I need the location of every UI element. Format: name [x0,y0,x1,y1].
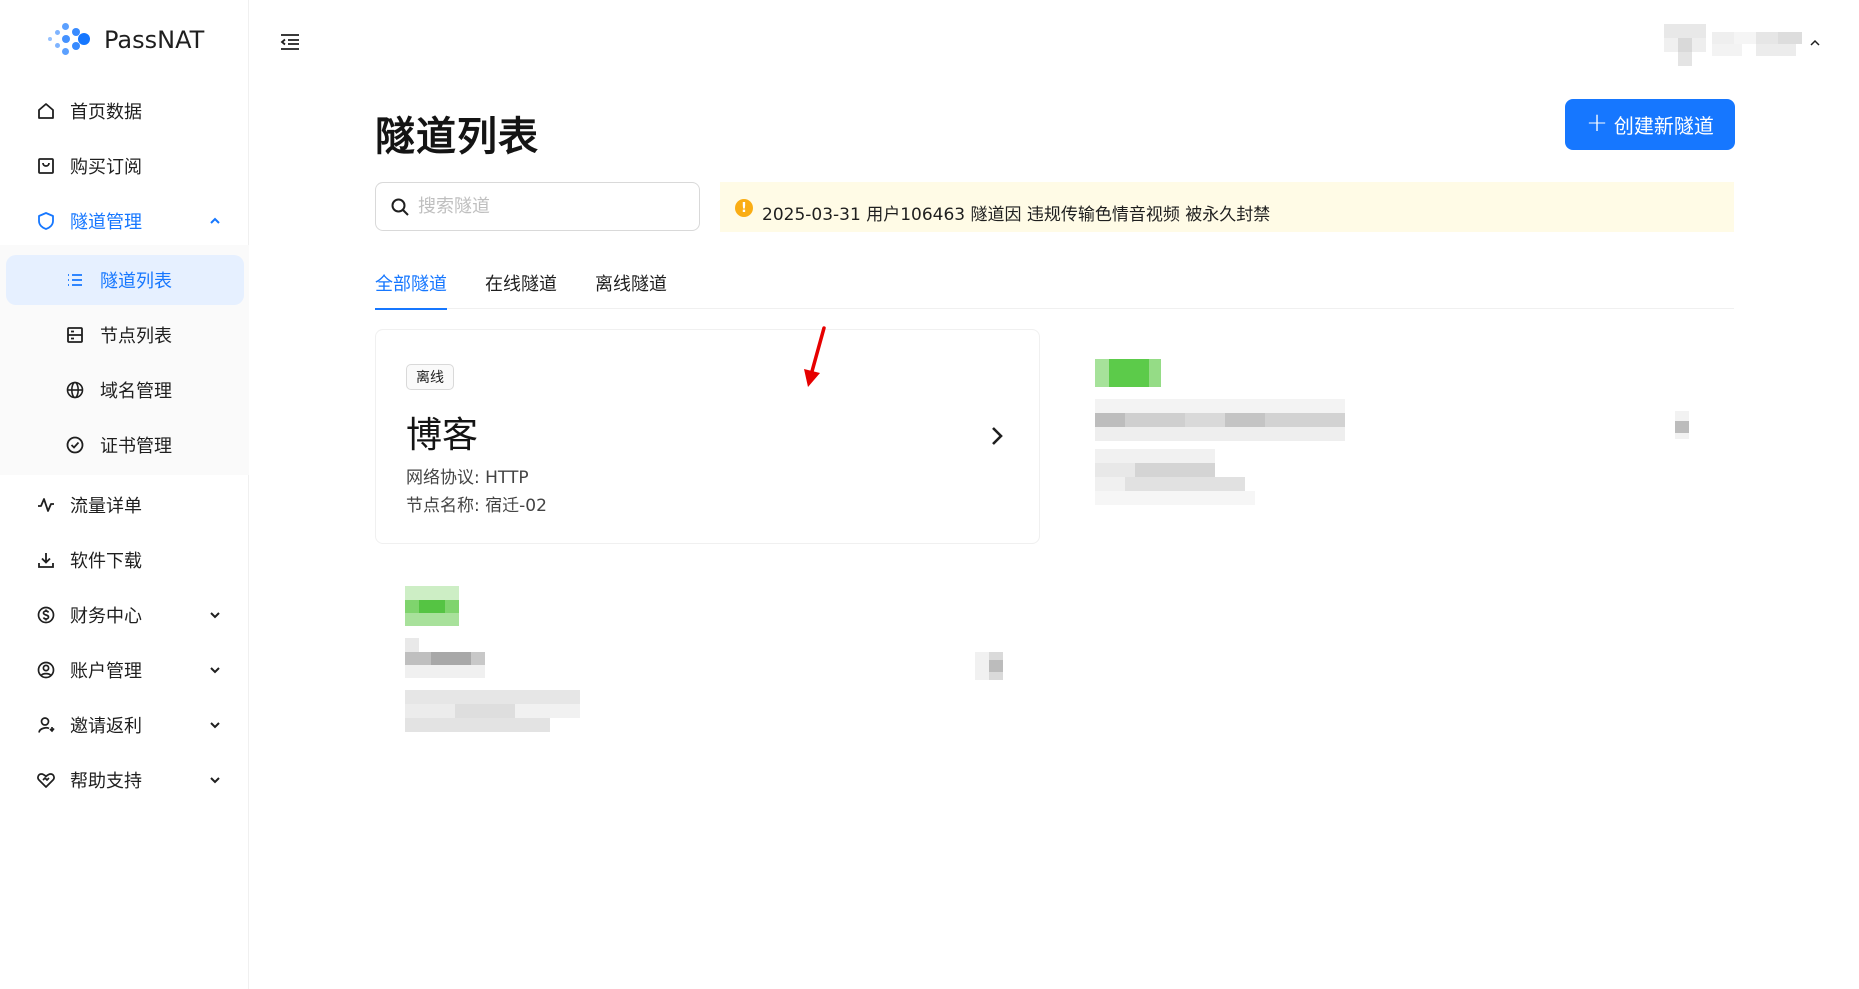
tunnel-card-redacted[interactable] [375,564,1040,774]
check-circle-icon [64,434,86,456]
tunnel-name: 博客 [406,415,479,456]
chevron-right-icon [985,424,1009,448]
sidebar-item-label: 帮助支持 [70,771,142,792]
sidebar-item-tunnel-list[interactable]: 隧道列表 [6,255,244,305]
sidebar-item-node-list[interactable]: 节点列表 [0,310,249,360]
chevron-down-icon [1810,36,1820,55]
user-avatar-menu[interactable] [1664,20,1820,66]
menu-fold-icon [280,34,299,50]
tunnel-node: 节点名称: 宿迁-02 [406,496,547,516]
app-name: PassNAT [104,26,205,54]
home-icon [35,100,57,122]
sidebar-item-label: 隧道列表 [100,271,172,292]
chevron-right-icon-redacted [975,652,1003,680]
search-box[interactable] [375,182,700,231]
announcement-text: 2025-03-31 用户106463 隧道因 违规传输色情音视频 被永久封禁 [762,205,1271,225]
tab-online-tunnels[interactable]: 在线隧道 [485,270,557,309]
chevron-up-icon [207,213,223,229]
tunnel-meta-redacted [405,690,580,746]
download-icon [35,549,57,571]
sidebar-item-finance-center[interactable]: 财务中心 [0,590,249,640]
status-badge: 离线 [406,364,454,390]
chevron-right-icon-redacted [1675,411,1703,439]
globe-icon [64,379,86,401]
passnat-logo-icon [48,23,90,57]
tab-all-tunnels[interactable]: 全部隧道 [375,270,447,310]
menu-fold-button[interactable] [278,30,302,54]
sidebar-item-label: 隧道管理 [70,212,142,233]
sidebar-item-subscribe[interactable]: 购买订阅 [0,141,249,191]
announcement-banner: ! 2025-03-31 用户106463 隧道因 违规传输色情音视频 被永久封… [720,182,1734,232]
sidebar: PassNAT 首页数据 购买订阅 隧道管理 隧道列表 节点列表 域名管理 证书… [0,0,249,989]
list-icon [64,269,86,291]
username-redacted [1712,32,1802,56]
sidebar-item-label: 证书管理 [100,436,172,457]
sidebar-item-label: 购买订阅 [70,157,142,178]
sidebar-item-domain-management[interactable]: 域名管理 [0,365,249,415]
tunnel-card-redacted[interactable] [1070,329,1734,544]
page-title: 隧道列表 [375,114,539,160]
brand[interactable]: PassNAT [48,22,204,58]
status-badge-redacted [1095,359,1161,387]
sidebar-item-label: 账户管理 [70,661,142,682]
sidebar-item-label: 域名管理 [100,381,172,402]
sidebar-item-software-download[interactable]: 软件下载 [0,535,249,585]
chevron-down-icon [207,717,223,733]
chevron-down-icon [207,662,223,678]
plus-icon: + [1586,108,1608,138]
user-invite-icon [35,714,57,736]
sidebar-item-certificate-management[interactable]: 证书管理 [0,420,249,470]
tunnel-card[interactable]: 离线 博客 网络协议: HTTP 节点名称: 宿迁-02 [375,329,1040,544]
sidebar-item-help-support[interactable]: 帮助支持 [0,755,249,805]
create-tunnel-label: 创建新隧道 [1613,114,1714,138]
sidebar-item-label: 软件下载 [70,551,142,572]
shield-icon [35,210,57,232]
announcement-prev-line-partial [762,182,1152,190]
sidebar-item-account-management[interactable]: 账户管理 [0,645,249,695]
sidebar-item-tunnel-management[interactable]: 隧道管理 [0,196,249,246]
chevron-down-icon [207,607,223,623]
user-circle-icon [35,659,57,681]
sidebar-item-label: 首页数据 [70,102,142,123]
create-tunnel-button[interactable]: + 创建新隧道 [1565,99,1735,150]
sidebar-item-label: 财务中心 [70,606,142,627]
tunnel-meta-redacted [1095,449,1255,509]
search-input[interactable] [418,196,678,217]
search-icon [390,197,410,217]
tunnel-name-redacted [405,638,485,678]
sidebar-item-label: 邀请返利 [70,716,142,737]
tab-offline-tunnels[interactable]: 离线隧道 [595,270,667,309]
tunnel-tabs: 全部隧道 在线隧道 离线隧道 [375,262,1734,310]
server-icon [64,324,86,346]
chevron-down-icon [207,772,223,788]
cart-icon [35,155,57,177]
sidebar-item-traffic-details[interactable]: 流量详单 [0,480,249,530]
annotation-arrow-icon [804,326,826,387]
sidebar-item-label: 节点列表 [100,326,172,347]
coin-icon [35,604,57,626]
status-badge-redacted [405,586,459,626]
tunnel-protocol: 网络协议: HTTP [406,468,529,488]
tunnel-name-redacted [1095,399,1345,443]
avatar [1664,24,1706,66]
activity-icon [35,494,57,516]
warning-icon: ! [735,199,753,217]
sidebar-item-label: 流量详单 [70,496,142,517]
sidebar-item-home[interactable]: 首页数据 [0,86,249,136]
heart-help-icon [35,769,57,791]
sidebar-item-invite-rebate[interactable]: 邀请返利 [0,700,249,750]
